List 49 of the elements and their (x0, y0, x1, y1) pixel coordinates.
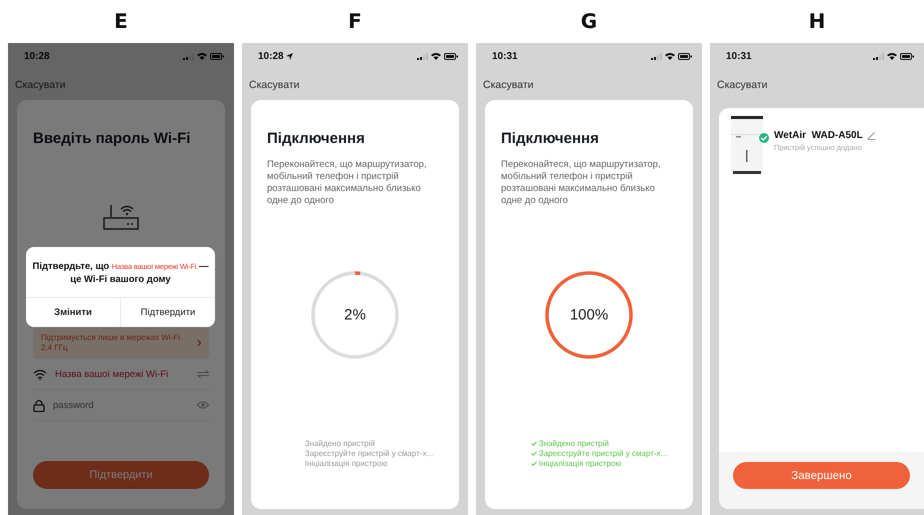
step-text: Знайдено пристрій (538, 439, 609, 448)
battery-icon (678, 52, 692, 60)
step-text: Ініціалізація пристрою (538, 459, 622, 468)
screen-label: H (808, 8, 826, 35)
cancel-link[interactable]: Скасувати (717, 79, 768, 91)
signal-icon (651, 52, 662, 60)
signal-icon (183, 52, 194, 60)
battery-icon (444, 52, 458, 60)
status-time: 10:28 (258, 50, 284, 62)
wifi-icon (33, 368, 47, 380)
swap-icon (197, 370, 209, 378)
dialog-button[interactable]: Підтвердити (120, 298, 215, 327)
wifi-icon (197, 52, 207, 60)
chevron-icon (196, 339, 201, 347)
step-text: Зареєструйте пристрій у смарт-х... (304, 449, 434, 458)
screen-title: Підключення (501, 130, 600, 147)
screen-title: Підключення (267, 130, 366, 147)
notice-text: Підтримується лише в мережах Wi-Fi 2,4 ГГц (41, 333, 181, 353)
instruction-text: Переконайтеся, що маршрутизатор, мобільний телефон і пристрій розташовані максимально близько одне до одного (267, 159, 428, 207)
screen-label: E (114, 8, 128, 35)
wifi-icon (431, 52, 441, 60)
step-text: Знайдено пристрій (304, 439, 375, 448)
battery-icon (210, 52, 224, 60)
lock-icon (33, 398, 45, 412)
cancel-link[interactable]: Скасувати (483, 79, 534, 91)
cancel-link[interactable]: Скасувати (249, 79, 300, 91)
status-time: 10:31 (726, 50, 752, 62)
wifi-icon (665, 52, 675, 60)
device-name: WetAir WAD-A50L (774, 130, 863, 141)
signal-icon (417, 52, 428, 60)
password-field[interactable]: password (53, 400, 189, 410)
screen-title: Введіть пароль Wi-Fi (33, 130, 192, 147)
dialog-button[interactable]: Змінити (26, 298, 120, 327)
status-time: 10:28 (24, 50, 50, 62)
progress-reading: 2% (344, 306, 366, 324)
screen-label: G (580, 8, 598, 35)
wifi-icon (887, 52, 897, 60)
screen-label: F (348, 8, 362, 35)
router-icon (103, 203, 139, 231)
step-text: Ініціалізація пристрою (304, 459, 388, 468)
battery-icon (900, 52, 914, 60)
eye-icon (197, 401, 209, 409)
step-text: Зареєструйте пристрій у смарт-х... (538, 449, 668, 458)
status-time: 10:31 (492, 50, 518, 62)
instruction-text: Переконайтеся, що маршрутизатор, мобільний телефон і пристрій розташовані максимально близько одне до одного (501, 159, 662, 207)
signal-icon (873, 52, 884, 60)
success-check-icon (758, 132, 770, 144)
pencil-icon (866, 131, 876, 140)
location-arrow-icon (286, 52, 293, 60)
